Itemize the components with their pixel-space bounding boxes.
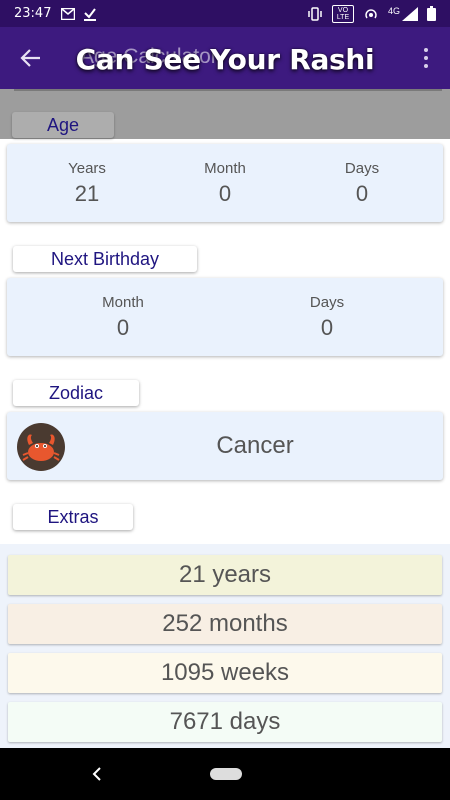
age-days: Days 0	[312, 160, 412, 207]
next-birthday-month: Month 0	[73, 294, 173, 341]
status-bar: 23:47 VO LTE 4G	[0, 0, 450, 27]
download-done-icon	[84, 7, 97, 21]
age-month: Month 0	[175, 160, 275, 207]
next-birthday-card: Month 0 Days 0	[7, 278, 443, 356]
age-years: Years 21	[37, 160, 137, 207]
next-birthday-days: Days 0	[277, 294, 377, 341]
age-days-value: 0	[355, 181, 369, 206]
screen: 23:47 VO LTE 4G Age Calculator Can See Y…	[0, 0, 450, 800]
vibrate-icon	[308, 6, 322, 21]
next-birthday-days-value: 0	[320, 315, 334, 340]
signal-icon	[402, 6, 418, 21]
age-card: Years 21 Month 0 Days 0	[7, 144, 443, 222]
zodiac-sign: Cancer	[216, 432, 294, 459]
nav-back-icon[interactable]	[92, 767, 102, 781]
network-type: 4G	[387, 5, 400, 16]
extra-years: 21 years	[8, 555, 442, 595]
zodiac-card: Cancer	[7, 412, 443, 480]
age-label: Age	[12, 112, 114, 138]
next-birthday-month-value: 0	[116, 315, 130, 340]
hotspot-icon	[365, 8, 377, 18]
status-time: 23:47	[14, 6, 52, 21]
extras-label: Extras	[13, 504, 133, 530]
status-left-icons	[61, 7, 97, 21]
extra-months: 252 months	[8, 604, 442, 644]
age-years-label: Years	[68, 160, 106, 177]
rashi-banner: Can See Your Rashi	[75, 43, 375, 76]
next-birthday-days-label: Days	[309, 294, 345, 311]
age-years-value: 21	[74, 181, 100, 206]
zodiac-label: Zodiac	[13, 380, 139, 406]
volte-icon: VO LTE	[331, 4, 354, 23]
card-shadow-line	[14, 89, 442, 91]
battery-icon	[427, 6, 436, 21]
extra-weeks: 1095 weeks	[8, 653, 442, 693]
age-month-label: Month	[204, 160, 246, 177]
next-birthday-label: Next Birthday	[13, 246, 197, 272]
nav-home-icon[interactable]	[210, 768, 242, 780]
email-icon	[61, 7, 76, 20]
extra-days: 7671 days	[8, 702, 442, 742]
status-right-icons: VO LTE 4G	[307, 4, 436, 23]
age-month-value: 0	[218, 181, 232, 206]
age-days-label: Days	[344, 160, 380, 177]
next-birthday-month-label: Month	[102, 294, 144, 311]
